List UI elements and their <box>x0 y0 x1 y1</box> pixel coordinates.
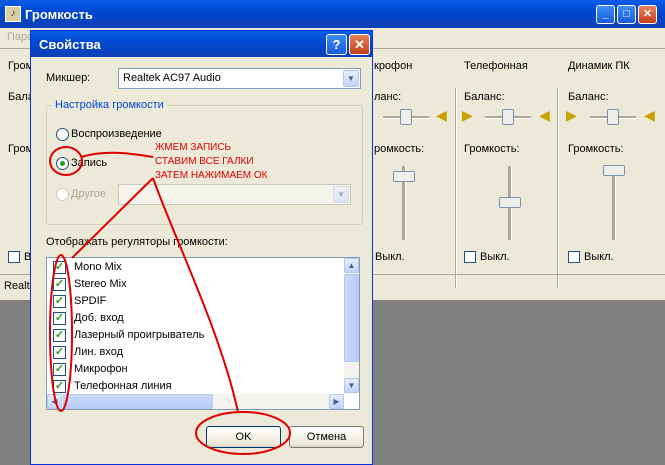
annotation-ellipse-ok <box>195 411 291 455</box>
annotation-text-1: ЖМЕМ ЗАПИСЬ <box>155 142 232 153</box>
annotation-overlay <box>49 146 291 455</box>
annotation-ellipse-checkboxes <box>49 254 73 412</box>
annotation-line-record <box>80 151 154 158</box>
annotation-line-ok <box>152 177 239 413</box>
annotation-text-2: СТАВИМ ВСЕ ГАЛКИ <box>155 156 254 167</box>
annotation-line-checkboxes <box>71 177 154 259</box>
annotation-text-3: ЗАТЕМ НАЖИМАЕМ ОК <box>155 170 268 181</box>
annotation-circle-record <box>49 146 83 176</box>
